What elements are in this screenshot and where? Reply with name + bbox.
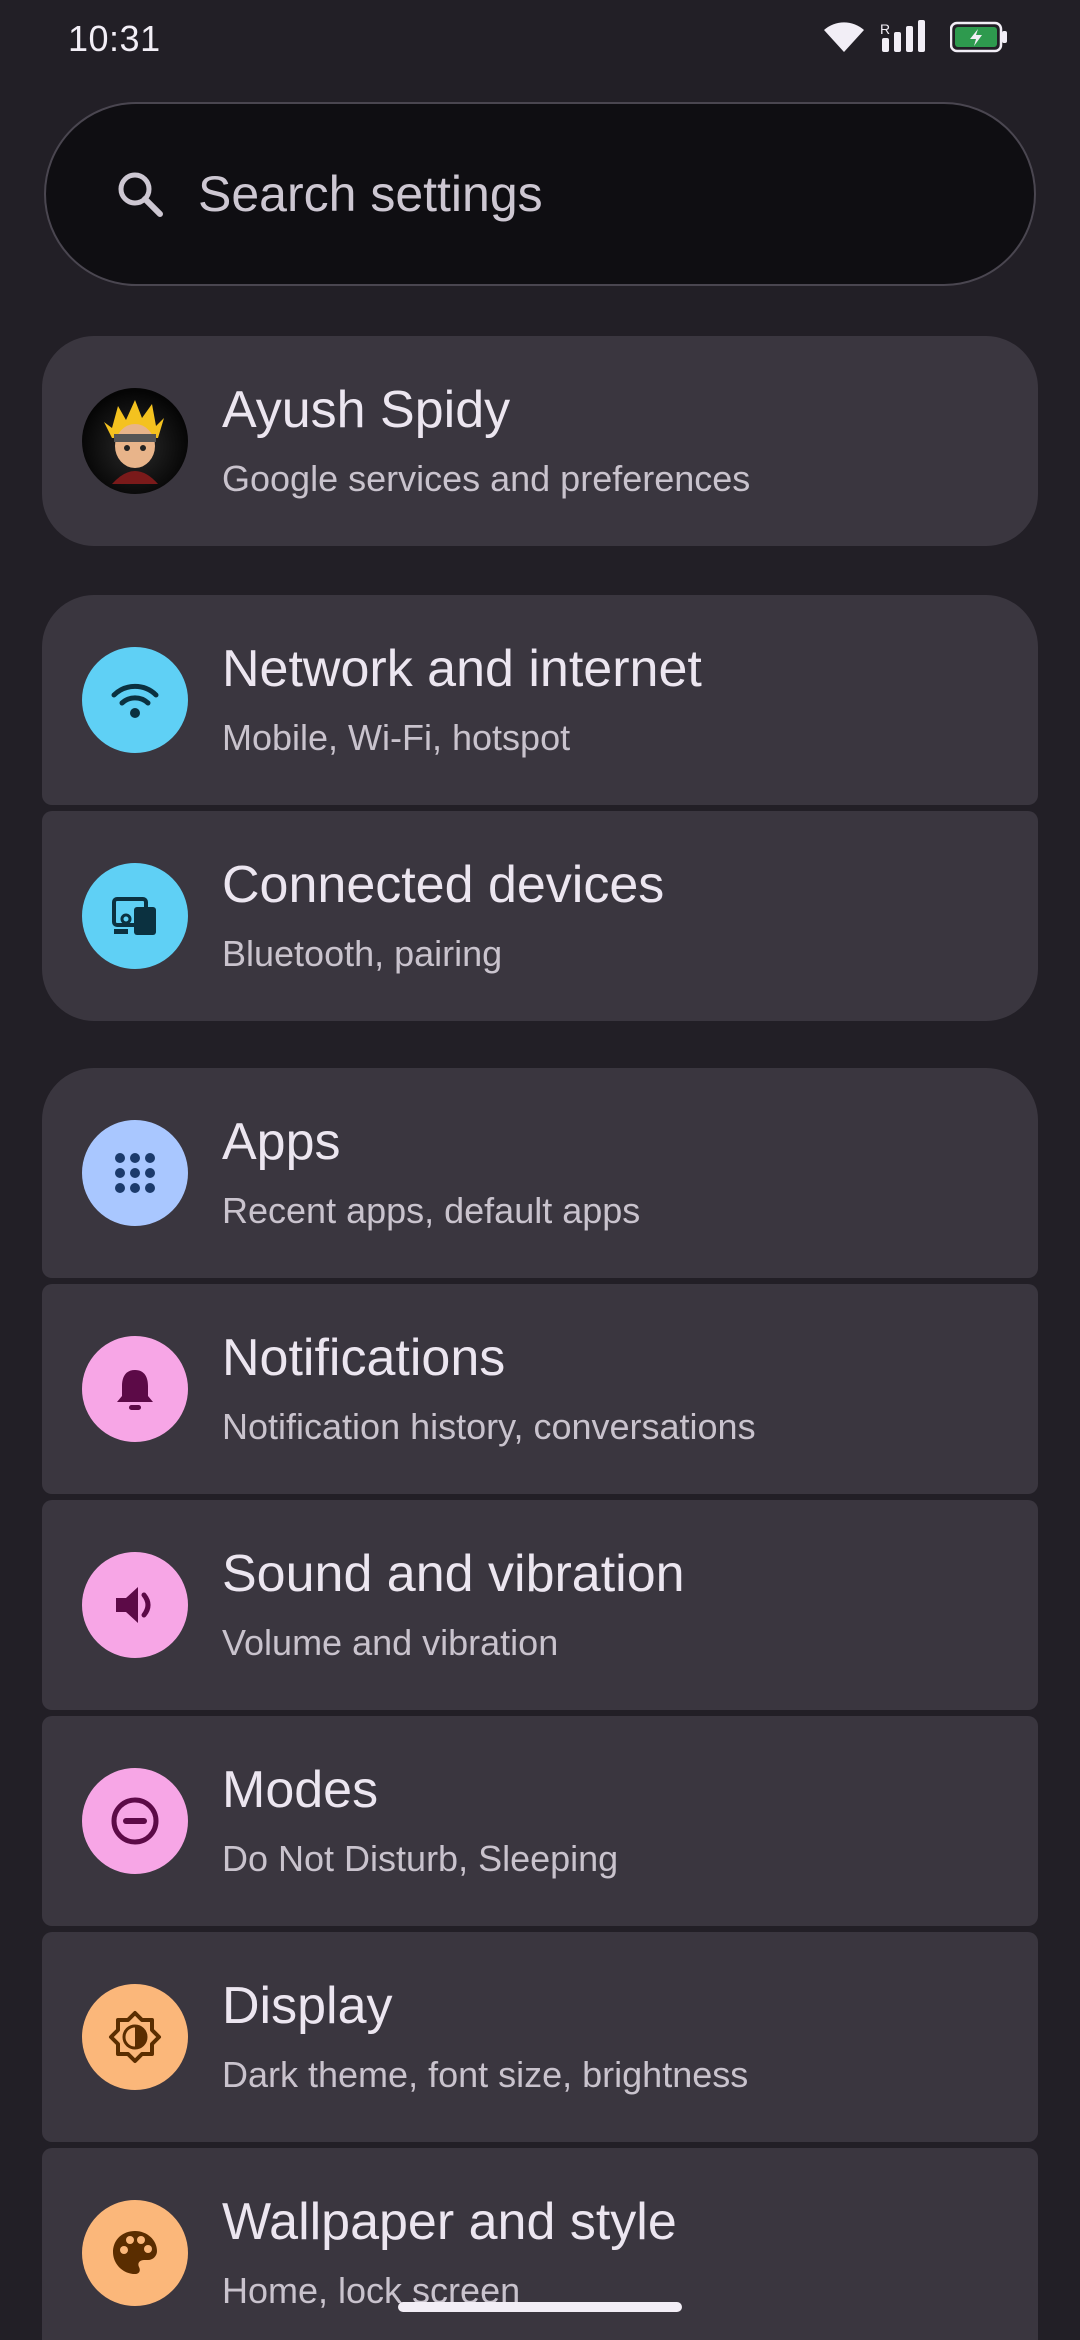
- row-title: Apps: [222, 1113, 341, 1171]
- speaker-icon: [82, 1552, 188, 1658]
- row-subtitle: Bluetooth, pairing: [222, 933, 503, 974]
- status-time: 10:31: [68, 18, 161, 59]
- search-icon: [112, 166, 168, 222]
- row-subtitle: Notification history, conversations: [222, 1406, 756, 1447]
- row-subtitle: Do Not Disturb, Sleeping: [222, 1838, 619, 1879]
- wifi-icon: [82, 647, 188, 753]
- avatar: [82, 388, 188, 494]
- signal-roaming-icon: R: [880, 20, 936, 54]
- row-title: Network and internet: [222, 640, 702, 698]
- bell-icon: [82, 1336, 188, 1442]
- brightness-icon: [82, 1984, 188, 2090]
- row-title: Modes: [222, 1761, 379, 1819]
- row-subtitle: Dark theme, font size, brightness: [222, 2054, 749, 2095]
- battery-charging-icon: [950, 20, 1008, 54]
- row-title: Sound and vibration: [222, 1545, 685, 1603]
- sound-and-vibration-item[interactable]: Sound and vibration Volume and vibration: [42, 1500, 1038, 1710]
- row-title: Wallpaper and style: [222, 2193, 677, 2251]
- row-title: Display: [222, 1977, 393, 2035]
- search-placeholder: Search settings: [198, 166, 543, 222]
- notifications-item[interactable]: Notifications Notification history, conv…: [42, 1284, 1038, 1494]
- display-item[interactable]: Display Dark theme, font size, brightnes…: [42, 1932, 1038, 2142]
- row-title: Notifications: [222, 1329, 506, 1387]
- account-group: Ayush Spidy Google services and preferen…: [42, 336, 1038, 546]
- devices-icon: [82, 863, 188, 969]
- svg-text:R: R: [880, 21, 890, 37]
- status-bar: 10:31 R: [0, 0, 1080, 80]
- row-subtitle: Recent apps, default apps: [222, 1190, 641, 1231]
- search-settings-input[interactable]: Search settings: [44, 102, 1036, 286]
- minus-circle-icon: [82, 1768, 188, 1874]
- network-and-internet-item[interactable]: Network and internet Mobile, Wi-Fi, hots…: [42, 595, 1038, 805]
- account-row[interactable]: Ayush Spidy Google services and preferen…: [42, 336, 1038, 546]
- settings-screen: 10:31 R Search settings Ayush Spidy Goog…: [0, 0, 1080, 2340]
- account-subtitle: Google services and preferences: [222, 458, 751, 499]
- row-subtitle: Mobile, Wi-Fi, hotspot: [222, 717, 571, 758]
- palette-icon: [82, 2200, 188, 2306]
- apps-grid-icon: [82, 1120, 188, 1226]
- connected-devices-item[interactable]: Connected devices Bluetooth, pairing: [42, 811, 1038, 1021]
- apps-item[interactable]: Apps Recent apps, default apps: [42, 1068, 1038, 1278]
- row-title: Connected devices: [222, 856, 665, 914]
- wifi-icon: [822, 20, 866, 54]
- gesture-nav-handle[interactable]: [398, 2302, 682, 2312]
- connectivity-group: Network and internet Mobile, Wi-Fi, hots…: [42, 595, 1038, 1021]
- device-group: Apps Recent apps, default apps Notificat…: [42, 1068, 1038, 2340]
- modes-item[interactable]: Modes Do Not Disturb, Sleeping: [42, 1716, 1038, 1926]
- row-subtitle: Volume and vibration: [222, 1622, 559, 1663]
- account-name: Ayush Spidy: [222, 381, 511, 439]
- status-icons: R: [822, 20, 1008, 54]
